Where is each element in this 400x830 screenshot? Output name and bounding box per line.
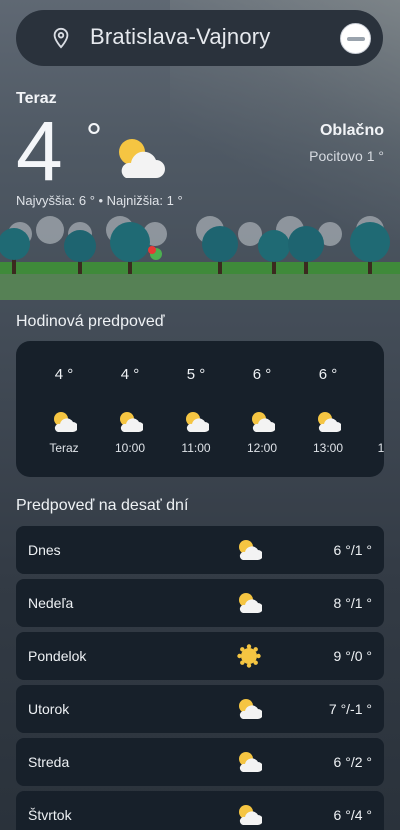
location-name: Bratislava-Vajnory [90,24,271,49]
sun-icon [237,644,261,668]
hourly-temp: 4 ° [54,366,74,383]
hourly-time: 13:00 [312,441,344,455]
location-search-bar[interactable]: Bratislava-Vajnory [16,10,383,66]
high-low-temps: Najvyššia: 6 ° • Najnižšia: 1 ° [16,193,183,208]
hourly-item: 6 ° 12:00 [232,341,292,477]
daily-row[interactable]: Streda 6 °/2 ° [16,738,384,786]
daily-range: 6 °/1 ° [333,542,372,558]
daily-row[interactable]: Dnes 6 °/1 ° [16,526,384,574]
account-avatar[interactable] [340,23,371,54]
partly-cloudy-icon [120,412,143,432]
hourly-item: 6 ° 13:00 [298,341,358,477]
hourly-temp: 5 ° [186,366,206,383]
hourly-time: 10:00 [114,441,146,455]
daily-range: 9 °/0 ° [333,648,372,664]
daily-range: 8 °/1 ° [333,595,372,611]
daily-day: Pondelok [28,648,87,664]
daily-day: Utorok [28,701,70,717]
partly-cloudy-icon [239,699,262,719]
partly-cloudy-icon [54,412,77,432]
daily-day: Štvrtok [28,807,72,823]
partly-cloudy-icon [239,593,262,613]
daily-row[interactable]: Utorok 7 °/-1 ° [16,685,384,733]
hourly-item: 1 [351,341,384,477]
hourly-time: Teraz [49,441,79,455]
weather-scene-illustration [0,216,400,300]
location-pin-icon [53,27,69,49]
current-degree-symbol: ° [86,116,102,160]
partly-cloudy-icon [239,805,262,825]
daily-range: 6 °/2 ° [333,754,372,770]
daily-day: Nedeľa [28,595,74,611]
hourly-forecast-title: Hodinová predpoveď [16,313,165,330]
hourly-forecast-card[interactable]: 4 ° Teraz 4 ° 10:00 5 ° 11:00 6 ° 12:00 … [16,341,384,477]
daily-day: Streda [28,754,70,770]
partly-cloudy-icon [186,412,209,432]
daily-forecast-title: Predpoveď na desať dní [16,497,189,514]
hourly-item: 4 ° 10:00 [100,341,160,477]
daily-day: Dnes [28,542,61,558]
hourly-item: 4 ° Teraz [34,341,94,477]
partly-cloudy-icon [239,540,262,560]
partly-cloudy-icon [252,412,275,432]
hourly-temp: 6 ° [252,366,272,383]
partly-cloudy-icon [318,412,341,432]
hourly-item: 5 ° 11:00 [166,341,226,477]
hourly-time: 1 [377,441,384,455]
daily-row[interactable]: Nedeľa 8 °/1 ° [16,579,384,627]
hourly-time: 11:00 [181,441,211,455]
daily-range: 7 °/-1 ° [328,701,372,717]
feels-like: Pocitovo 1 ° [309,148,384,164]
daily-row[interactable]: Štvrtok 6 °/4 ° [16,791,384,830]
hourly-temp: 4 ° [120,366,140,383]
current-condition: Oblačno [319,122,384,139]
partly-cloudy-icon [239,752,262,772]
partly-cloudy-icon [119,139,165,178]
hourly-temp: 6 ° [318,366,338,383]
hourly-time: 12:00 [246,441,278,455]
daily-row[interactable]: Pondelok 9 °/0 ° [16,632,384,680]
daily-range: 6 °/4 ° [333,807,372,823]
current-temperature: 4 [16,104,63,198]
